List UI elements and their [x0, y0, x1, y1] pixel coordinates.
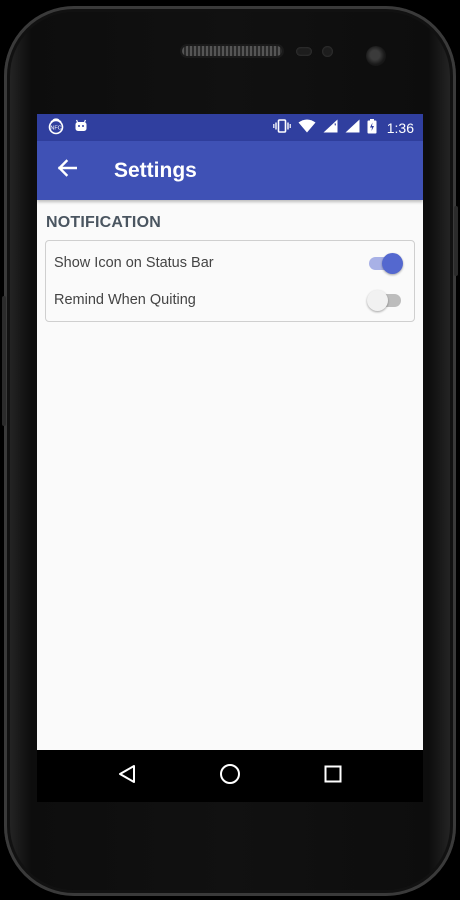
volume-button [2, 296, 6, 426]
settings-content: NOTIFICATION Show Icon on Status Bar Rem… [37, 200, 423, 322]
nav-recents-button[interactable] [316, 759, 350, 793]
front-camera [366, 46, 386, 66]
clock: 1:36 [386, 119, 414, 136]
battery-icon [367, 118, 377, 137]
toggle-thumb [367, 289, 388, 311]
signal-icon [345, 119, 360, 136]
setting-row-remind-quit[interactable]: Remind When Quiting [46, 281, 414, 318]
setting-label: Show Icon on Status Bar [54, 254, 214, 271]
back-button[interactable] [56, 159, 78, 182]
nav-home-button[interactable] [213, 759, 247, 793]
section-title: NOTIFICATION [46, 214, 161, 231]
setting-label: Remind When Quiting [54, 291, 196, 308]
arrow-back-icon [57, 159, 78, 182]
signal-icon [323, 119, 338, 136]
wifi-icon [298, 119, 316, 136]
light-sensor [322, 46, 333, 57]
app-bar: Settings [37, 141, 423, 200]
nfc-icon: NFC [47, 117, 65, 138]
settings-card: Show Icon on Status Bar Remind When Quit… [45, 240, 415, 322]
earpiece-speaker [182, 46, 282, 56]
android-icon [74, 119, 88, 136]
navigation-bar [37, 750, 423, 802]
remind-quit-toggle[interactable] [367, 289, 403, 311]
toggle-thumb [382, 252, 403, 274]
power-button [454, 206, 458, 276]
svg-text:NFC: NFC [50, 126, 61, 132]
proximity-sensor [296, 47, 312, 56]
nav-back-button[interactable] [110, 759, 144, 793]
show-icon-toggle[interactable] [367, 252, 403, 274]
vibrate-icon [272, 119, 291, 136]
app-screen: NFC 1:36 Settings NOTIFICATION Show Icon… [37, 114, 423, 802]
page-title: Settings [114, 158, 197, 182]
status-bar: NFC 1:36 [37, 114, 423, 141]
home-circle-icon [219, 763, 241, 790]
recents-square-icon [324, 765, 342, 788]
back-triangle-icon [117, 764, 137, 789]
setting-row-show-icon[interactable]: Show Icon on Status Bar [46, 244, 414, 281]
